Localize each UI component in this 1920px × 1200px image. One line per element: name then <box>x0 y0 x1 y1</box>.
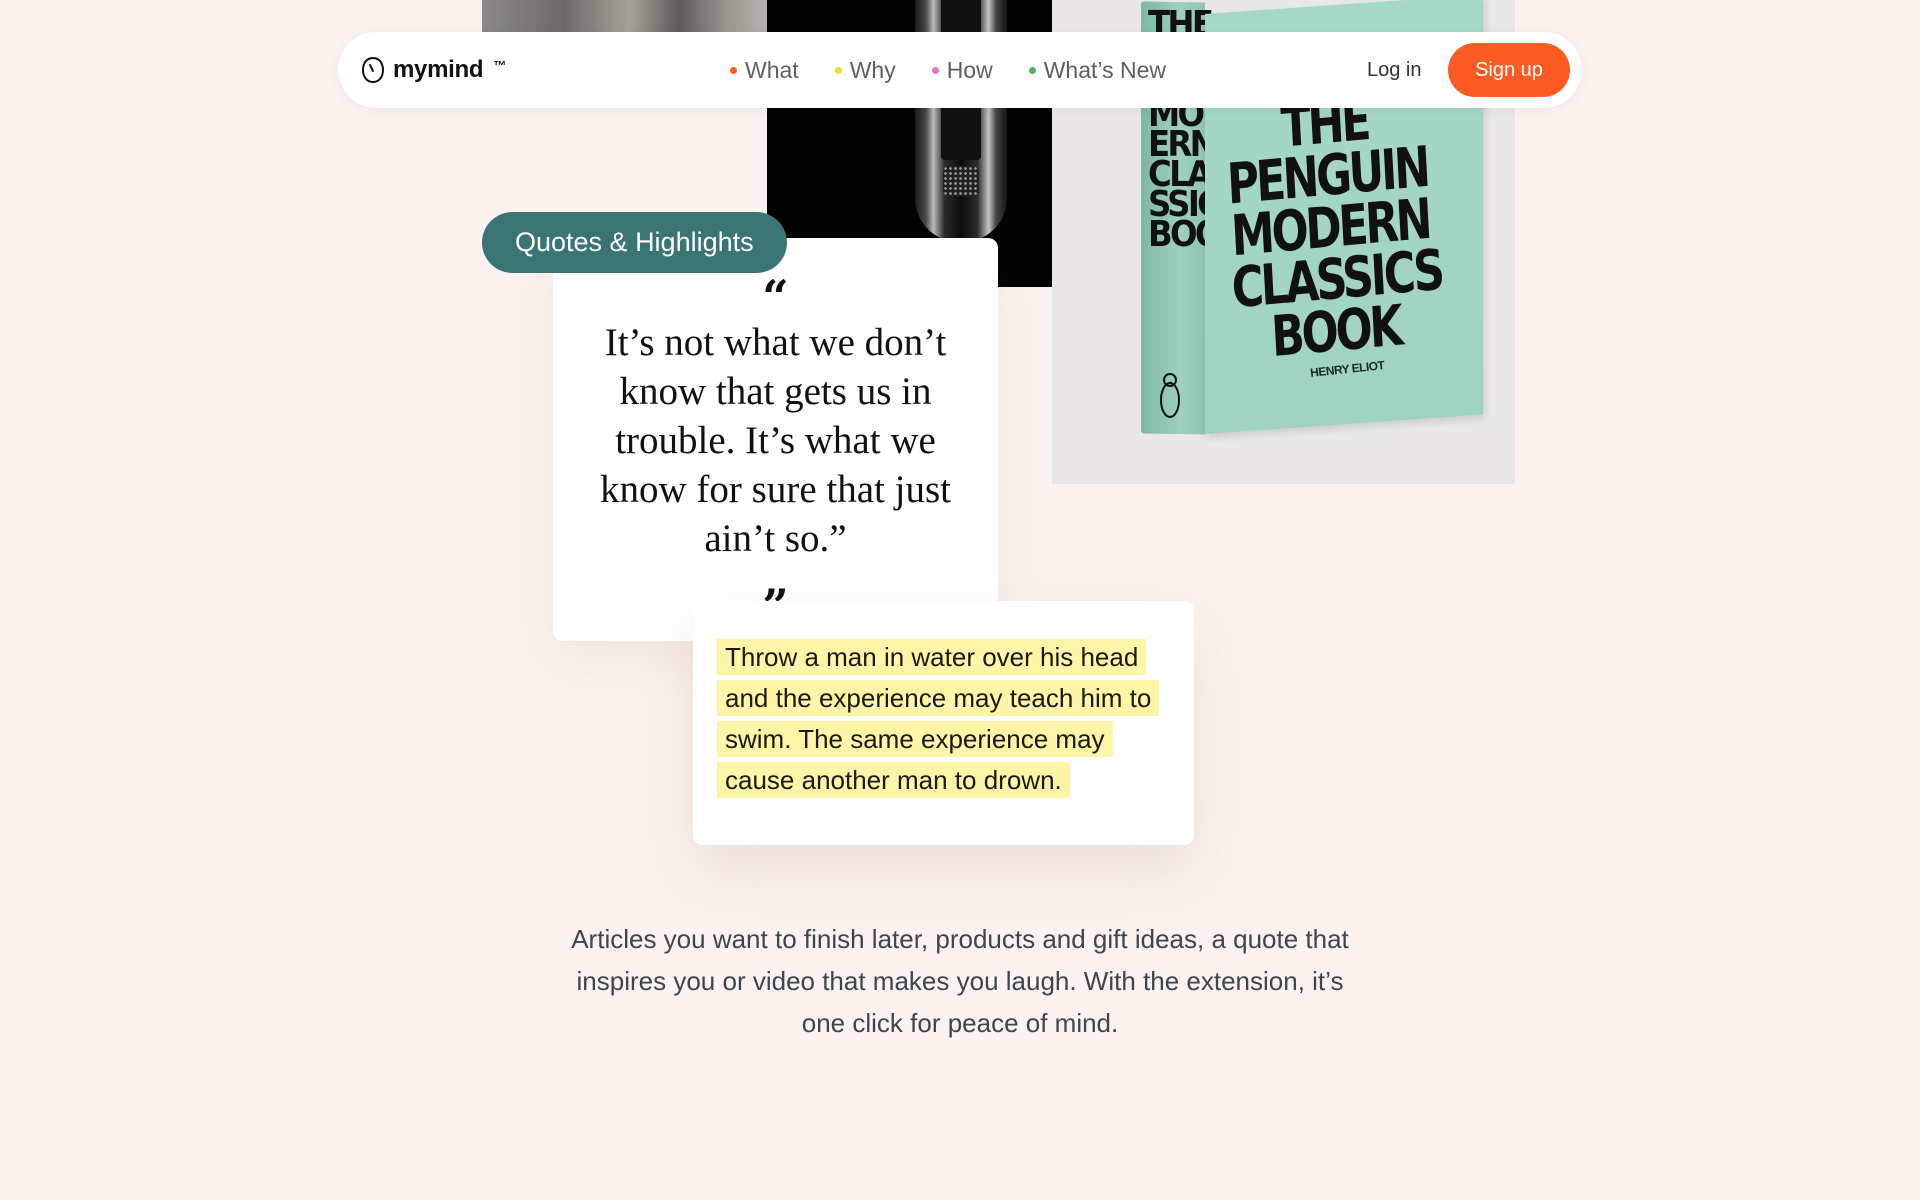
nav-link-label: What <box>745 56 799 83</box>
logo[interactable]: mymind ™ <box>361 32 506 108</box>
highlighted-text: Throw a man in water over his head and t… <box>717 639 1160 798</box>
login-link[interactable]: Log in <box>1367 32 1422 108</box>
nav-link-what[interactable]: What <box>730 57 799 84</box>
nav-links: What Why How What’s New <box>730 32 1166 108</box>
nav-link-how[interactable]: How <box>931 56 993 84</box>
page: THE PEN GUIN MOD ERN CLA SSICS BOOK THE … <box>0 0 1920 1200</box>
quote-text: It’s not what we don’t know that gets us… <box>600 321 951 560</box>
mymind-logo-icon <box>361 56 385 84</box>
nav-link-label: How <box>946 56 993 83</box>
quote-card[interactable]: “ It’s not what we don’t know that gets … <box>553 238 998 641</box>
nav-dot <box>931 66 939 74</box>
nav-dot <box>730 66 737 74</box>
highlight-card[interactable]: Throw a man in water over his head and t… <box>693 601 1194 845</box>
navbar: mymind ™ What Why How What’s New Log in … <box>338 32 1582 108</box>
nav-link-label: Why <box>849 56 896 83</box>
rock-image <box>482 0 810 32</box>
nav-link-why[interactable]: Why <box>834 56 896 84</box>
logo-trademark: ™ <box>493 57 507 73</box>
penguin-icon <box>1160 373 1180 418</box>
open-quote-mark: “ <box>762 270 789 324</box>
book-cover-title: THE PENGUIN MODERN CLASSICS BOOK <box>1225 88 1444 371</box>
nav-link-whats-new[interactable]: What’s New <box>1028 56 1166 84</box>
nav-link-label: What’s New <box>1043 56 1166 83</box>
logo-text: mymind <box>393 56 484 83</box>
signup-button[interactable]: Sign up <box>1448 43 1570 97</box>
nav-dot <box>1028 66 1036 74</box>
nav-dot <box>834 66 842 74</box>
highlight-text-block: Throw a man in water over his head and t… <box>717 637 1177 801</box>
quotes-highlights-tag: Quotes & Highlights <box>482 212 787 273</box>
description-text: Articles you want to finish later, produ… <box>571 924 1349 1038</box>
